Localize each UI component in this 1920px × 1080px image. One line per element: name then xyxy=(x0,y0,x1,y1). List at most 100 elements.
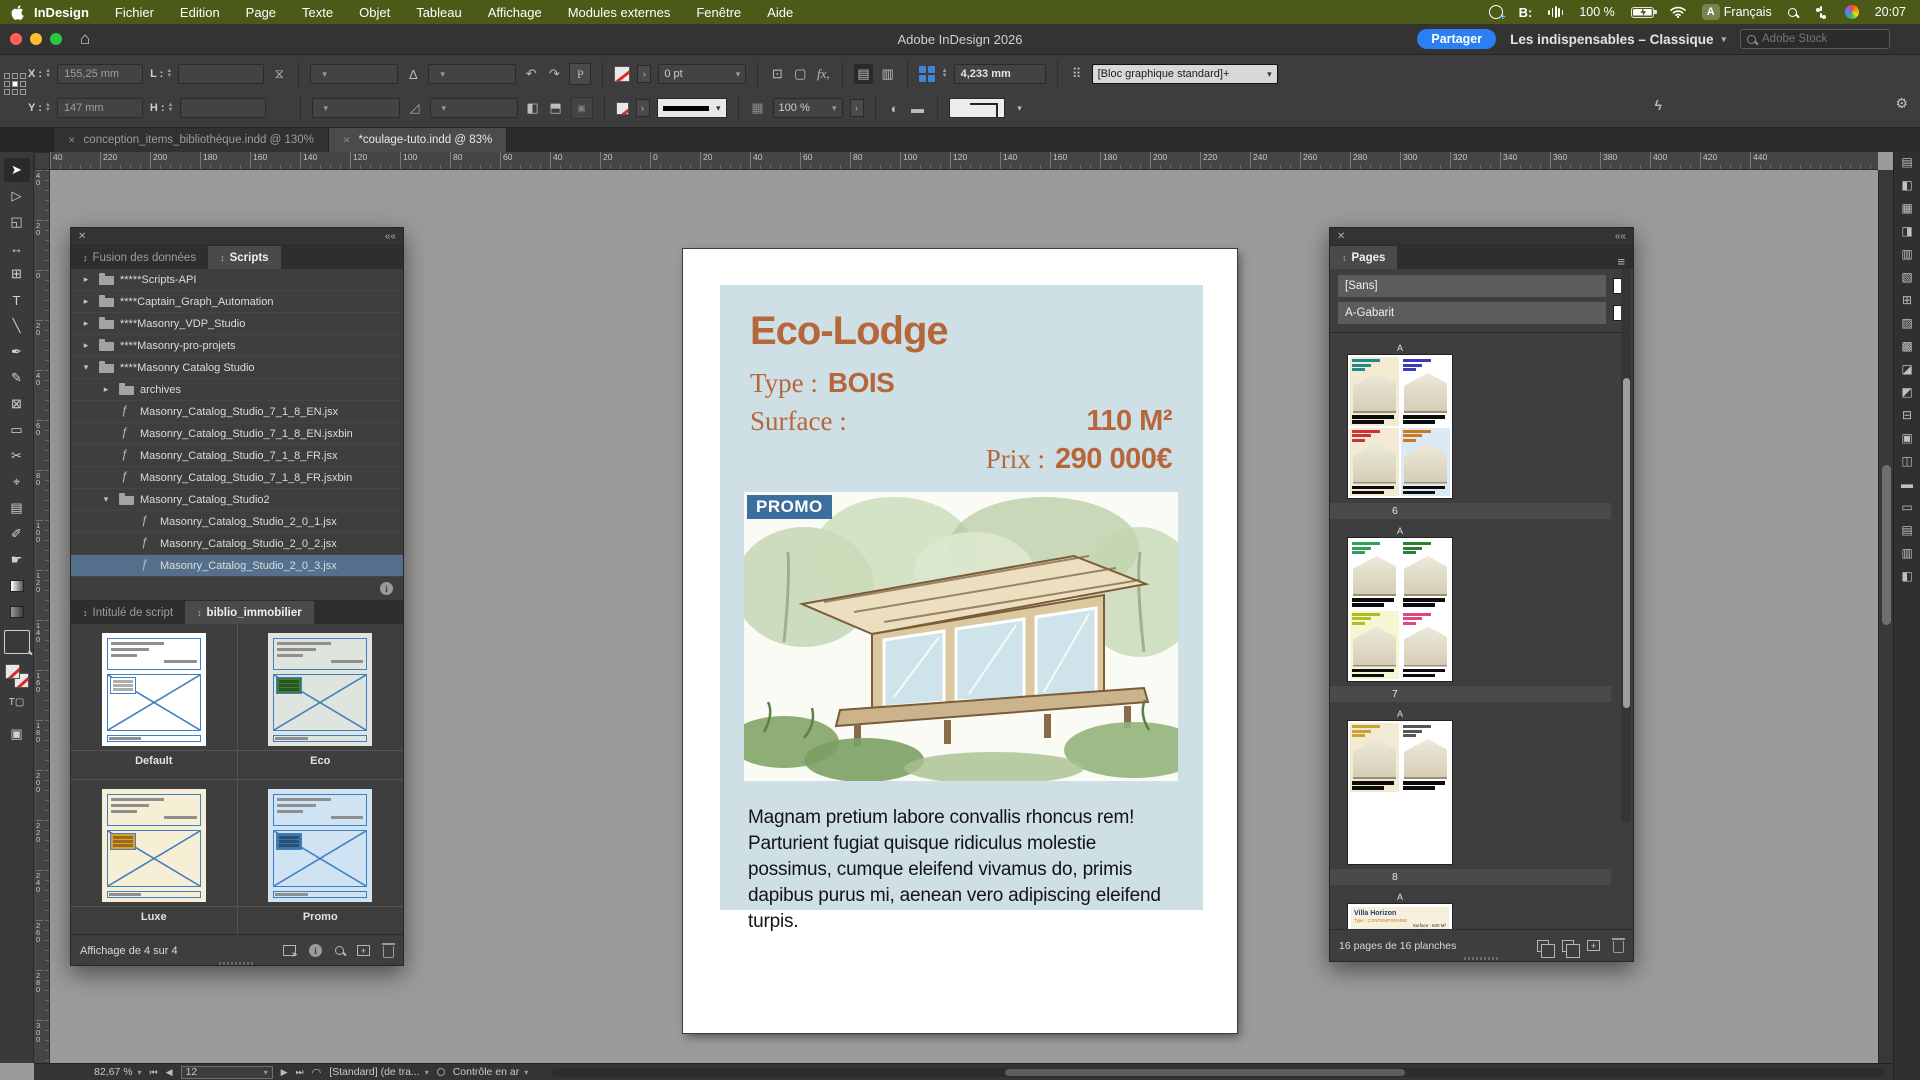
tool-icon[interactable]: ☛ xyxy=(4,548,30,572)
menu-item[interactable]: Page xyxy=(246,5,276,20)
dock-panel-icon[interactable]: ▩ xyxy=(1901,339,1912,353)
page-curl-icon[interactable]: ◠ xyxy=(312,1066,322,1079)
reference-point-proxy[interactable] xyxy=(4,73,26,95)
stepper-icon[interactable] xyxy=(166,64,175,84)
wrap-offset-value[interactable]: 4,233 mm xyxy=(954,64,1046,84)
document-page[interactable]: Eco-Lodge Type : BOIS Surface : 110 M² P… xyxy=(683,249,1237,1033)
dock-panel-icon[interactable]: ▥ xyxy=(1901,546,1912,560)
new-library-item-icon[interactable]: + xyxy=(357,945,370,956)
expand-chevron-icon[interactable]: ▸ xyxy=(99,384,113,395)
page-thumbnail[interactable] xyxy=(1348,355,1452,498)
input-source-menu[interactable]: A Français xyxy=(1702,4,1772,20)
expand-arrow-icon[interactable]: › xyxy=(636,99,650,117)
last-page-button[interactable]: ⏭ xyxy=(296,1067,304,1078)
effects-fx-icon[interactable]: fx, xyxy=(815,66,831,82)
preflight-menu[interactable]: Contrôle en ar xyxy=(453,1066,529,1078)
expand-chevron-icon[interactable]: ▸ xyxy=(79,274,93,285)
page-number-field[interactable]: 12 xyxy=(181,1066,273,1079)
stepper-icon[interactable] xyxy=(45,98,54,118)
width-field[interactable]: L : xyxy=(150,64,264,84)
tree-item[interactable]: ▾ ****Masonry Catalog Studio xyxy=(71,357,403,379)
formatting-affects-text-icon[interactable]: T▢ xyxy=(4,690,30,714)
close-window-button[interactable] xyxy=(10,33,22,45)
panel-settings-gear-icon[interactable]: ⚙ xyxy=(1895,95,1908,112)
page-entry[interactable]: A8 xyxy=(1330,709,1633,885)
tree-item[interactable]: ▸ *****Scripts-API xyxy=(71,269,403,291)
rotation-select[interactable] xyxy=(428,64,516,84)
menu-item[interactable]: Affichage xyxy=(488,5,542,20)
tool-icon[interactable]: ▷ xyxy=(4,184,30,208)
delete-library-item-icon[interactable] xyxy=(383,946,394,958)
close-tab-icon[interactable] xyxy=(343,134,351,146)
tool-icon[interactable]: ✒ xyxy=(4,340,30,364)
tree-item[interactable]: ▾ Masonry_Catalog_Studio2 xyxy=(71,489,403,511)
stroke-color-swatch[interactable] xyxy=(614,66,630,82)
constrain-proportions-icon[interactable]: ⧖ xyxy=(271,66,287,82)
fill-stroke-proxy[interactable] xyxy=(5,664,29,688)
tool-icon[interactable]: ⊠ xyxy=(4,392,30,416)
flip-h-icon[interactable]: ◧ xyxy=(525,100,541,116)
flip-select[interactable] xyxy=(310,64,398,84)
x-position-field[interactable]: X : 155,25 mm xyxy=(28,64,143,84)
panel-menu-icon[interactable]: ≡ xyxy=(1609,254,1633,269)
minimize-window-button[interactable] xyxy=(30,33,42,45)
collapse-panel-icon[interactable]: «« xyxy=(1615,231,1626,242)
scrollbar-thumb[interactable] xyxy=(1623,378,1630,708)
master-page-row[interactable]: A-Gabarit xyxy=(1338,302,1625,324)
tool-icon[interactable]: ▤ xyxy=(4,496,30,520)
page-entry[interactable]: AVilla HorizonType : CONTEMPORAINESurfac… xyxy=(1330,892,1633,930)
stepper-icon[interactable] xyxy=(168,98,177,118)
flyer-image-frame[interactable]: PROMO xyxy=(744,492,1178,781)
tool-icon[interactable]: ✎ xyxy=(4,366,30,390)
blend-effects-icon[interactable]: ◐ xyxy=(887,101,903,116)
quick-apply-icon[interactable]: P xyxy=(569,63,591,85)
workspace-switcher[interactable]: Les indispensables – Classique ▾ xyxy=(1510,32,1726,47)
tree-item[interactable]: ▸ archives xyxy=(71,379,403,401)
pages-tab[interactable]: ↕ Pages xyxy=(1330,246,1397,269)
audio-status-icon[interactable] xyxy=(1548,6,1563,19)
vertical-ruler[interactable]: 4020020406080100120140160180200220240260… xyxy=(34,170,50,1063)
tree-item[interactable]: Masonry_Catalog_Studio_7_1_8_EN.jsxbin xyxy=(71,423,403,445)
library-tab[interactable]: ↕ Intitulé de script xyxy=(71,601,185,624)
place-item-icon[interactable] xyxy=(283,945,296,956)
expand-chevron-icon[interactable]: ▸ xyxy=(79,296,93,307)
dock-panel-icon[interactable]: ▨ xyxy=(1901,316,1912,330)
expand-chevron-icon[interactable]: ▾ xyxy=(99,494,113,505)
stepper-icon[interactable] xyxy=(45,64,54,84)
width-value[interactable] xyxy=(178,64,264,84)
tool-icon[interactable]: ◱ xyxy=(4,210,30,234)
master-page-row[interactable]: [Sans] xyxy=(1338,275,1625,297)
page-thumbnail[interactable] xyxy=(1348,721,1452,864)
opacity-select[interactable]: 100 % xyxy=(773,98,843,118)
close-panel-icon[interactable]: ✕ xyxy=(1337,231,1345,242)
previous-page-button[interactable]: ◀ xyxy=(166,1067,173,1078)
zoom-tool[interactable] xyxy=(4,630,30,654)
capture-status-icon[interactable] xyxy=(1489,5,1503,19)
gradient-tool[interactable] xyxy=(4,574,30,598)
script-info-icon[interactable]: i xyxy=(380,582,393,595)
page-entry[interactable]: A6 xyxy=(1330,343,1633,519)
canvas-vertical-scrollbar[interactable] xyxy=(1878,170,1893,1063)
tree-item[interactable]: Masonry_Catalog_Studio_2_0_2.jsx xyxy=(71,533,403,555)
dock-panel-icon[interactable]: ◧ xyxy=(1901,178,1912,192)
align-icon[interactable]: ▬ xyxy=(910,101,926,116)
control-center-icon[interactable] xyxy=(1813,6,1829,18)
horizontal-ruler[interactable]: 4022020018016014012010080604020020406080… xyxy=(50,152,1878,170)
dock-panel-icon[interactable]: ◧ xyxy=(1901,569,1912,583)
next-page-button[interactable]: ▶ xyxy=(281,1067,288,1078)
first-page-button[interactable]: ⏮ xyxy=(150,1067,158,1078)
dock-panel-icon[interactable]: ▤ xyxy=(1901,155,1912,169)
flip-v-icon[interactable]: ⬒ xyxy=(548,100,564,116)
fill-swatch[interactable] xyxy=(5,664,20,679)
stroke-style-select[interactable] xyxy=(657,98,727,118)
expand-chevron-icon[interactable]: ▸ xyxy=(79,318,93,329)
close-panel-icon[interactable]: ✕ xyxy=(78,231,86,242)
select-container-icon[interactable]: ▣ xyxy=(571,97,593,119)
menu-item[interactable]: Tableau xyxy=(416,5,462,20)
tree-item[interactable]: ▸ ****Masonry_VDP_Studio xyxy=(71,313,403,335)
gradient-feather-tool[interactable] xyxy=(4,600,30,624)
horizontal-scrollbar[interactable] xyxy=(552,1068,1885,1077)
tool-icon[interactable]: ↔ xyxy=(4,236,30,260)
preflight-profile-select[interactable]: [Standard] (de tra... xyxy=(329,1066,428,1078)
fill-color-swatch[interactable] xyxy=(616,102,629,115)
